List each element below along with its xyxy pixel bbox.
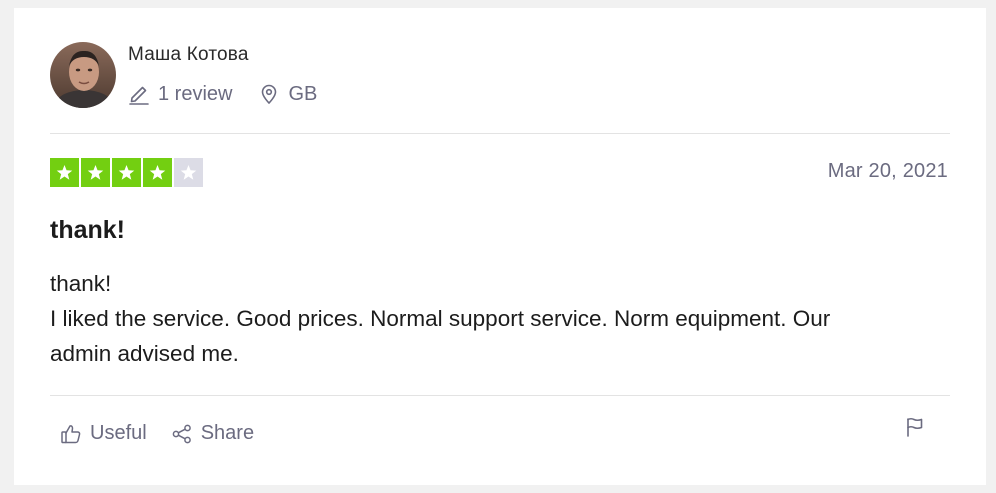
star-icon-filled [143,158,172,187]
thumbs-up-icon [60,423,82,445]
star-icon-filled [50,158,79,187]
share-label: Share [200,422,255,444]
review-body-line: I liked the service. Good prices. Normal… [50,306,831,331]
review-body: thank! I liked the service. Good prices.… [50,266,960,371]
review-body-line: admin advised me. [50,341,239,366]
review-card: Маша Котова 1 review GB Mar 20, 2021 tha… [14,8,986,485]
review-title: thank! [50,216,125,244]
star-icon-filled [112,158,141,187]
star-icon-empty [174,158,203,187]
reviewer-meta: 1 review GB [128,80,317,108]
review-count-label: 1 review [158,82,233,105]
pencil-icon [128,83,150,105]
share-icon [171,423,193,445]
useful-button[interactable]: Useful [60,422,147,445]
divider-top [50,133,950,134]
divider-bottom [50,395,950,396]
review-actions: Useful Share [60,422,254,445]
reviewer-location: GB [258,83,317,106]
share-button[interactable]: Share [171,422,254,445]
location-pin-icon [258,83,280,105]
country-code: GB [288,82,318,105]
avatar[interactable] [50,42,116,108]
avatar-photo [50,42,116,108]
star-rating [50,158,205,187]
flag-icon[interactable] [904,416,926,438]
reviewer-name[interactable]: Маша Котова [128,44,249,66]
review-count: 1 review [128,83,232,106]
review-date: Mar 20, 2021 [827,160,948,182]
useful-label: Useful [90,422,147,444]
review-body-line: thank! [50,271,112,296]
star-icon-filled [81,158,110,187]
